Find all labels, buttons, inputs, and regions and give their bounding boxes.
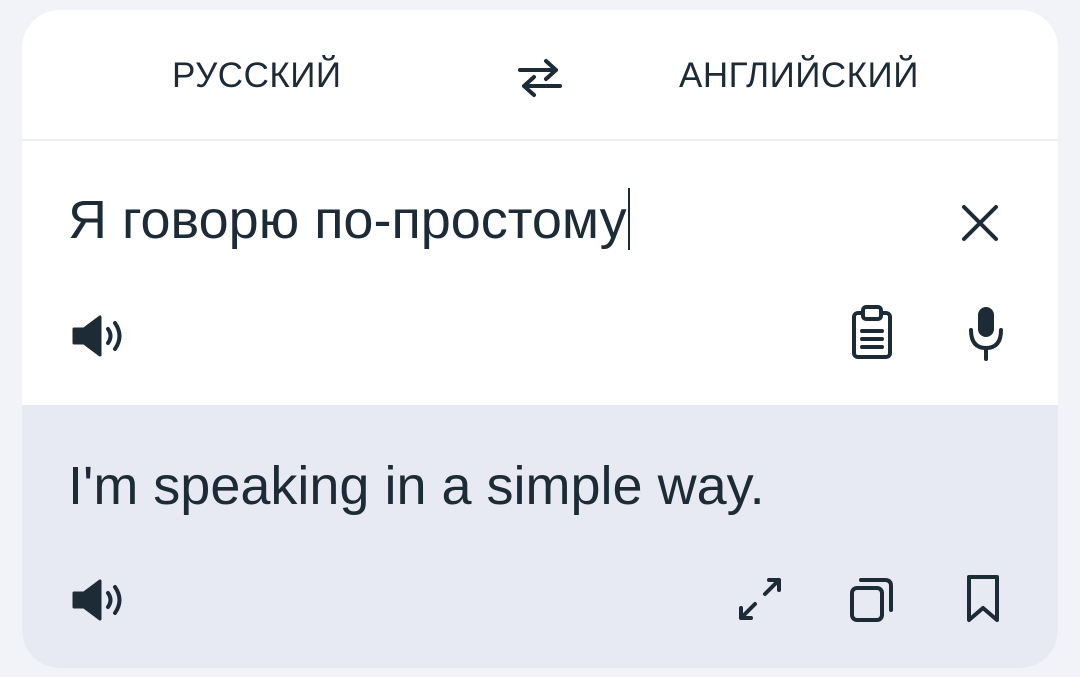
- close-icon: [958, 201, 1002, 245]
- clear-text-button[interactable]: [952, 195, 1008, 251]
- language-bar: РУССКИЙ АНГЛИЙСКИЙ: [22, 10, 1058, 141]
- copy-translation-button[interactable]: [844, 571, 900, 627]
- source-text-input[interactable]: Я говорю по-простому: [68, 188, 630, 251]
- swap-languages-button[interactable]: [512, 52, 568, 104]
- source-input-area[interactable]: Я говорю по-простому: [22, 143, 1058, 405]
- paste-button[interactable]: [844, 301, 900, 363]
- listen-translation-button[interactable]: [66, 573, 136, 627]
- translator-card: РУССКИЙ АНГЛИЙСКИЙ Я говорю по-простому: [22, 10, 1058, 668]
- expand-icon: [735, 574, 785, 624]
- listen-source-button[interactable]: [66, 309, 136, 363]
- speaker-icon: [70, 313, 132, 359]
- source-text[interactable]: Я говорю по-простому: [68, 190, 627, 250]
- clipboard-icon: [849, 303, 895, 361]
- microphone-icon: [966, 304, 1006, 364]
- translation-output-area: I'm speaking in a simple way.: [22, 405, 1058, 668]
- text-caret: [627, 188, 630, 250]
- save-to-favorites-button[interactable]: [960, 571, 1006, 627]
- bookmark-icon: [963, 573, 1003, 625]
- copy-icon: [847, 574, 897, 624]
- target-language-button[interactable]: АНГЛИЙСКИЙ: [679, 56, 919, 96]
- fullscreen-button[interactable]: [732, 571, 788, 627]
- translation-text: I'm speaking in a simple way.: [68, 456, 765, 516]
- speaker-icon: [70, 577, 132, 623]
- voice-input-button[interactable]: [960, 301, 1012, 367]
- swap-icon: [516, 58, 564, 98]
- source-language-button[interactable]: РУССКИЙ: [172, 56, 342, 96]
